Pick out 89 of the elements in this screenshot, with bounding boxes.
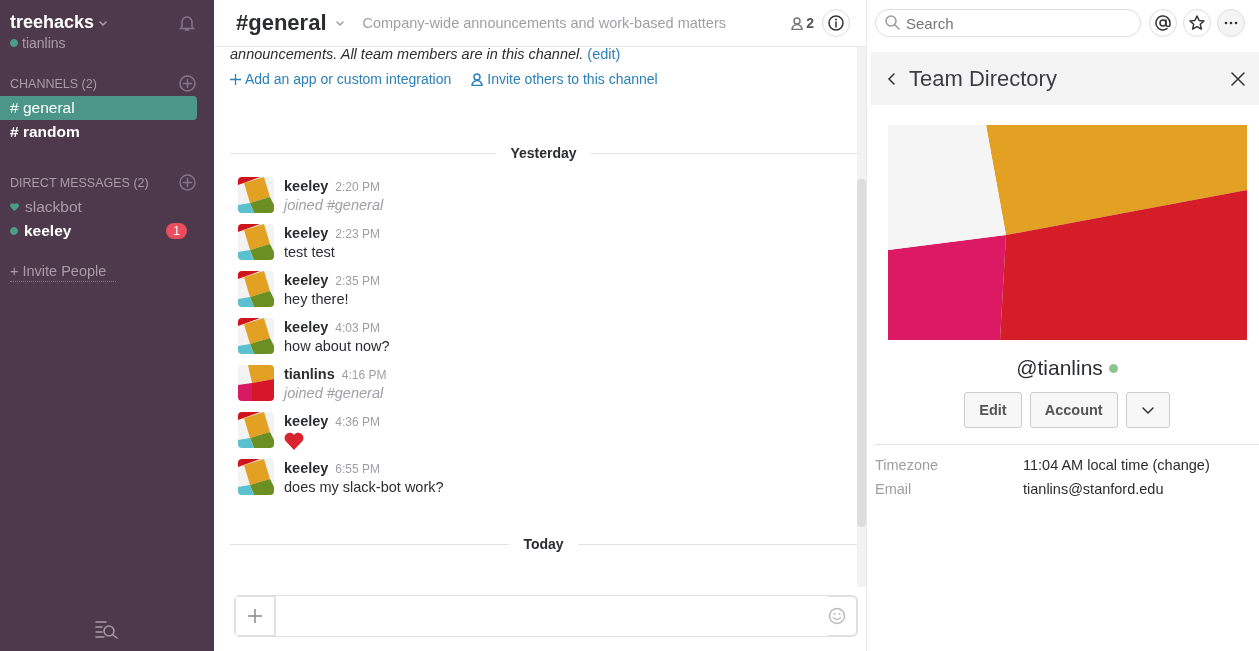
profile-button[interactable]: Edit bbox=[964, 392, 1022, 428]
message-input[interactable] bbox=[276, 596, 828, 636]
section-title[interactable]: DIRECT MESSAGES (2) bbox=[10, 175, 149, 190]
attach-button[interactable] bbox=[236, 597, 276, 635]
at-icon bbox=[1155, 15, 1171, 31]
avatar bbox=[238, 459, 274, 495]
close-button[interactable] bbox=[1231, 71, 1245, 86]
field-label: Timezone bbox=[875, 457, 940, 473]
plus-icon bbox=[248, 609, 262, 623]
info-button[interactable] bbox=[822, 9, 850, 37]
plus-icon bbox=[230, 73, 241, 85]
message-composer[interactable] bbox=[234, 595, 858, 637]
dropdown-button[interactable] bbox=[1125, 392, 1170, 428]
user-handle: @tianlins bbox=[1016, 356, 1103, 380]
message-time[interactable]: 6:55 PM bbox=[335, 462, 381, 476]
person-icon bbox=[471, 72, 484, 86]
more-button[interactable] bbox=[1217, 9, 1245, 37]
message-author[interactable]: keeley bbox=[284, 319, 329, 335]
dm-item[interactable]: keeley 1 bbox=[0, 219, 197, 243]
presence-dot bbox=[10, 227, 18, 235]
field-value: tianlins@stanford.edu bbox=[1023, 481, 1165, 497]
back-icon bbox=[887, 71, 897, 86]
action-link[interactable]: Add an app or custom integration bbox=[230, 71, 452, 87]
edit-link[interactable]: (edit) bbox=[587, 47, 621, 62]
member-count[interactable]: 2 bbox=[791, 15, 814, 31]
search-list-icon[interactable] bbox=[94, 619, 120, 639]
more-icon bbox=[1224, 21, 1238, 25]
emoji-icon[interactable] bbox=[828, 607, 846, 625]
field-label: Email bbox=[875, 481, 913, 497]
info-icon bbox=[828, 15, 844, 31]
search-field[interactable]: Search bbox=[875, 9, 1141, 37]
bell-icon[interactable] bbox=[178, 13, 196, 32]
add-icon[interactable] bbox=[179, 174, 196, 191]
message-text: joined #general bbox=[284, 385, 385, 401]
channel-topic: Company-wide announcements and work-based matters bbox=[362, 15, 726, 31]
caret-icon[interactable] bbox=[334, 18, 345, 28]
avatar bbox=[238, 365, 274, 401]
date-divider: Today bbox=[522, 536, 565, 552]
message-author[interactable]: keeley bbox=[284, 178, 329, 194]
panel-title: Team Directory bbox=[909, 65, 1057, 92]
channel-item[interactable]: # random bbox=[0, 120, 197, 144]
star-button[interactable] bbox=[1183, 9, 1211, 37]
user-name: tianlins bbox=[22, 35, 66, 51]
action-link[interactable]: Invite others to this channel bbox=[471, 71, 658, 87]
heart-icon bbox=[10, 203, 19, 211]
dm-name: keeley bbox=[24, 222, 72, 240]
team-name[interactable]: treehacks bbox=[10, 12, 109, 33]
chevron-down-icon bbox=[1140, 405, 1155, 415]
invite-link[interactable]: + Invite People bbox=[10, 263, 117, 282]
scrollbar-thumb[interactable] bbox=[857, 179, 866, 527]
message-text: joined #general bbox=[284, 197, 384, 213]
person-icon bbox=[791, 16, 804, 30]
section-title[interactable]: CHANNELS (2) bbox=[10, 76, 97, 91]
message-author[interactable]: keeley bbox=[284, 460, 329, 476]
back-button[interactable] bbox=[887, 71, 897, 86]
message-author[interactable]: keeley bbox=[284, 413, 329, 429]
channel-intro: announcements. All team members are in this channel. (edit) bbox=[230, 47, 622, 63]
avatar bbox=[238, 412, 274, 448]
message-time[interactable]: 4:36 PM bbox=[335, 415, 381, 429]
message-author[interactable]: keeley bbox=[284, 272, 329, 288]
star-icon bbox=[1189, 15, 1205, 31]
message-author[interactable]: keeley bbox=[284, 225, 329, 241]
message-time[interactable]: 2:23 PM bbox=[335, 227, 381, 241]
dm-item[interactable]: slackbot bbox=[0, 195, 197, 219]
profile-button[interactable]: Account bbox=[1029, 392, 1118, 428]
message-time[interactable]: 4:03 PM bbox=[335, 321, 381, 335]
channel-title[interactable]: #general bbox=[236, 10, 327, 36]
message-time[interactable]: 2:20 PM bbox=[335, 180, 381, 194]
avatar bbox=[238, 318, 274, 354]
message-text: how about now? bbox=[284, 338, 390, 354]
message-text: hey there! bbox=[284, 291, 350, 307]
message-text: does my slack-bot work? bbox=[284, 479, 444, 495]
date-divider: Yesterday bbox=[509, 145, 578, 161]
mentions-button[interactable] bbox=[1149, 9, 1177, 37]
unread-badge: 1 bbox=[166, 223, 187, 239]
heart-icon bbox=[284, 432, 304, 450]
avatar bbox=[238, 271, 274, 307]
add-icon[interactable] bbox=[179, 75, 196, 92]
close-icon bbox=[1231, 71, 1245, 86]
message-time[interactable]: 2:35 PM bbox=[335, 274, 381, 288]
search-icon bbox=[885, 15, 900, 30]
field-value: 11:04 AM local time (change) bbox=[1023, 457, 1211, 473]
dm-name: slackbot bbox=[25, 198, 82, 216]
avatar bbox=[238, 177, 274, 213]
channel-item[interactable]: # general bbox=[0, 96, 197, 120]
message-author[interactable]: tianlins bbox=[284, 366, 335, 382]
message-text: test test bbox=[284, 244, 336, 260]
avatar bbox=[238, 224, 274, 260]
message-time[interactable]: 4:16 PM bbox=[341, 368, 387, 382]
